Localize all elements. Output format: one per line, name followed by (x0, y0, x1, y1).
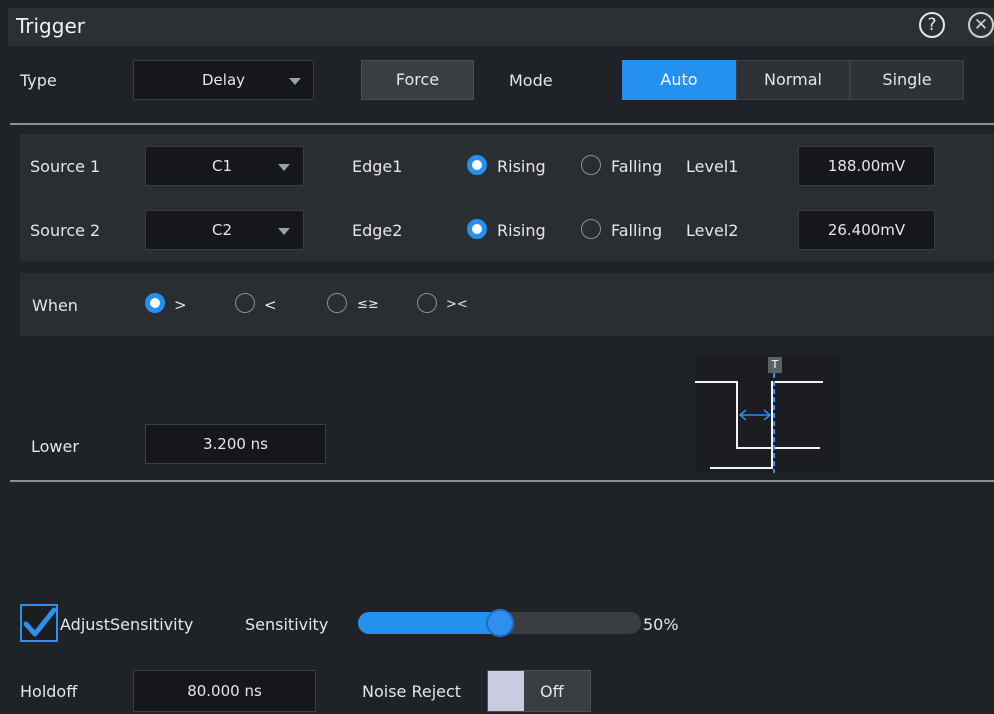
divider (10, 123, 994, 125)
when-outrange-label[interactable]: >< (446, 297, 468, 312)
holdoff-label: Holdoff (20, 682, 78, 701)
mode-normal-button[interactable]: Normal (736, 60, 850, 100)
chevron-down-icon (278, 228, 290, 235)
close-icon[interactable]: ✕ (968, 12, 994, 38)
level1-label: Level1 (686, 157, 739, 176)
when-greater-radio[interactable] (145, 293, 165, 313)
mode-single-button[interactable]: Single (850, 60, 964, 100)
toggle-knob (488, 671, 524, 711)
level2-input[interactable]: 26.400mV (798, 210, 935, 250)
mode-label: Mode (509, 71, 553, 90)
edge1-falling-label[interactable]: Falling (611, 157, 662, 176)
when-inrange-radio[interactable] (327, 293, 347, 313)
chevron-down-icon (289, 78, 301, 85)
edge1-rising-label[interactable]: Rising (497, 157, 546, 176)
noise-reject-state: Off (540, 682, 564, 701)
sensitivity-slider-fill (358, 612, 500, 634)
sensitivity-label: Sensitivity (245, 615, 329, 634)
trigger-marker: T (768, 357, 782, 373)
dialog-title: Trigger (16, 14, 85, 38)
source1-dropdown[interactable]: C1 (145, 146, 304, 186)
when-label: When (32, 296, 78, 315)
source2-waveform (710, 381, 823, 469)
noise-reject-label: Noise Reject (362, 682, 462, 701)
title-bar (8, 8, 994, 46)
type-dropdown[interactable]: Delay (133, 60, 314, 100)
source2-value: C2 (212, 221, 233, 239)
mode-auto-button[interactable]: Auto (622, 60, 736, 100)
edge2-label: Edge2 (352, 221, 403, 240)
help-icon[interactable]: ? (919, 12, 945, 38)
when-panel (20, 273, 994, 336)
lower-input[interactable]: 3.200 ns (145, 424, 326, 464)
when-greater-label[interactable]: > (174, 296, 187, 314)
source2-label: Source 2 (30, 221, 101, 240)
when-inrange-label[interactable]: ≤≥ (357, 297, 379, 312)
holdoff-input[interactable]: 80.000 ns (133, 670, 316, 712)
source1-label: Source 1 (30, 157, 101, 176)
type-label: Type (20, 71, 57, 90)
force-button[interactable]: Force (361, 60, 474, 100)
chevron-down-icon (278, 164, 290, 171)
adjust-sensitivity-checkbox[interactable] (20, 604, 58, 642)
when-less-radio[interactable] (235, 293, 255, 313)
edge1-label: Edge1 (352, 157, 403, 176)
when-outrange-radio[interactable] (417, 293, 437, 313)
when-less-label[interactable]: < (264, 296, 277, 314)
edge1-rising-radio[interactable] (467, 155, 487, 175)
level2-label: Level2 (686, 221, 739, 240)
adjust-sensitivity-label[interactable]: AdjustSensitivity (60, 615, 193, 634)
lower-label: Lower (31, 437, 79, 456)
edge1-falling-radio[interactable] (581, 155, 601, 175)
edge2-falling-label[interactable]: Falling (611, 221, 662, 240)
source1-value: C1 (212, 157, 233, 175)
sensitivity-value: 50% (643, 615, 679, 634)
edge2-rising-label[interactable]: Rising (497, 221, 546, 240)
source2-dropdown[interactable]: C2 (145, 210, 304, 250)
check-icon (23, 607, 56, 637)
level1-input[interactable]: 188.00mV (798, 146, 935, 186)
edge2-rising-radio[interactable] (467, 219, 487, 239)
edge2-falling-radio[interactable] (581, 219, 601, 239)
timing-diagram: T (695, 355, 840, 473)
sensitivity-slider-handle[interactable] (485, 609, 514, 637)
noise-reject-toggle[interactable]: Off (487, 670, 591, 712)
divider (10, 480, 994, 482)
type-value: Delay (202, 71, 246, 89)
